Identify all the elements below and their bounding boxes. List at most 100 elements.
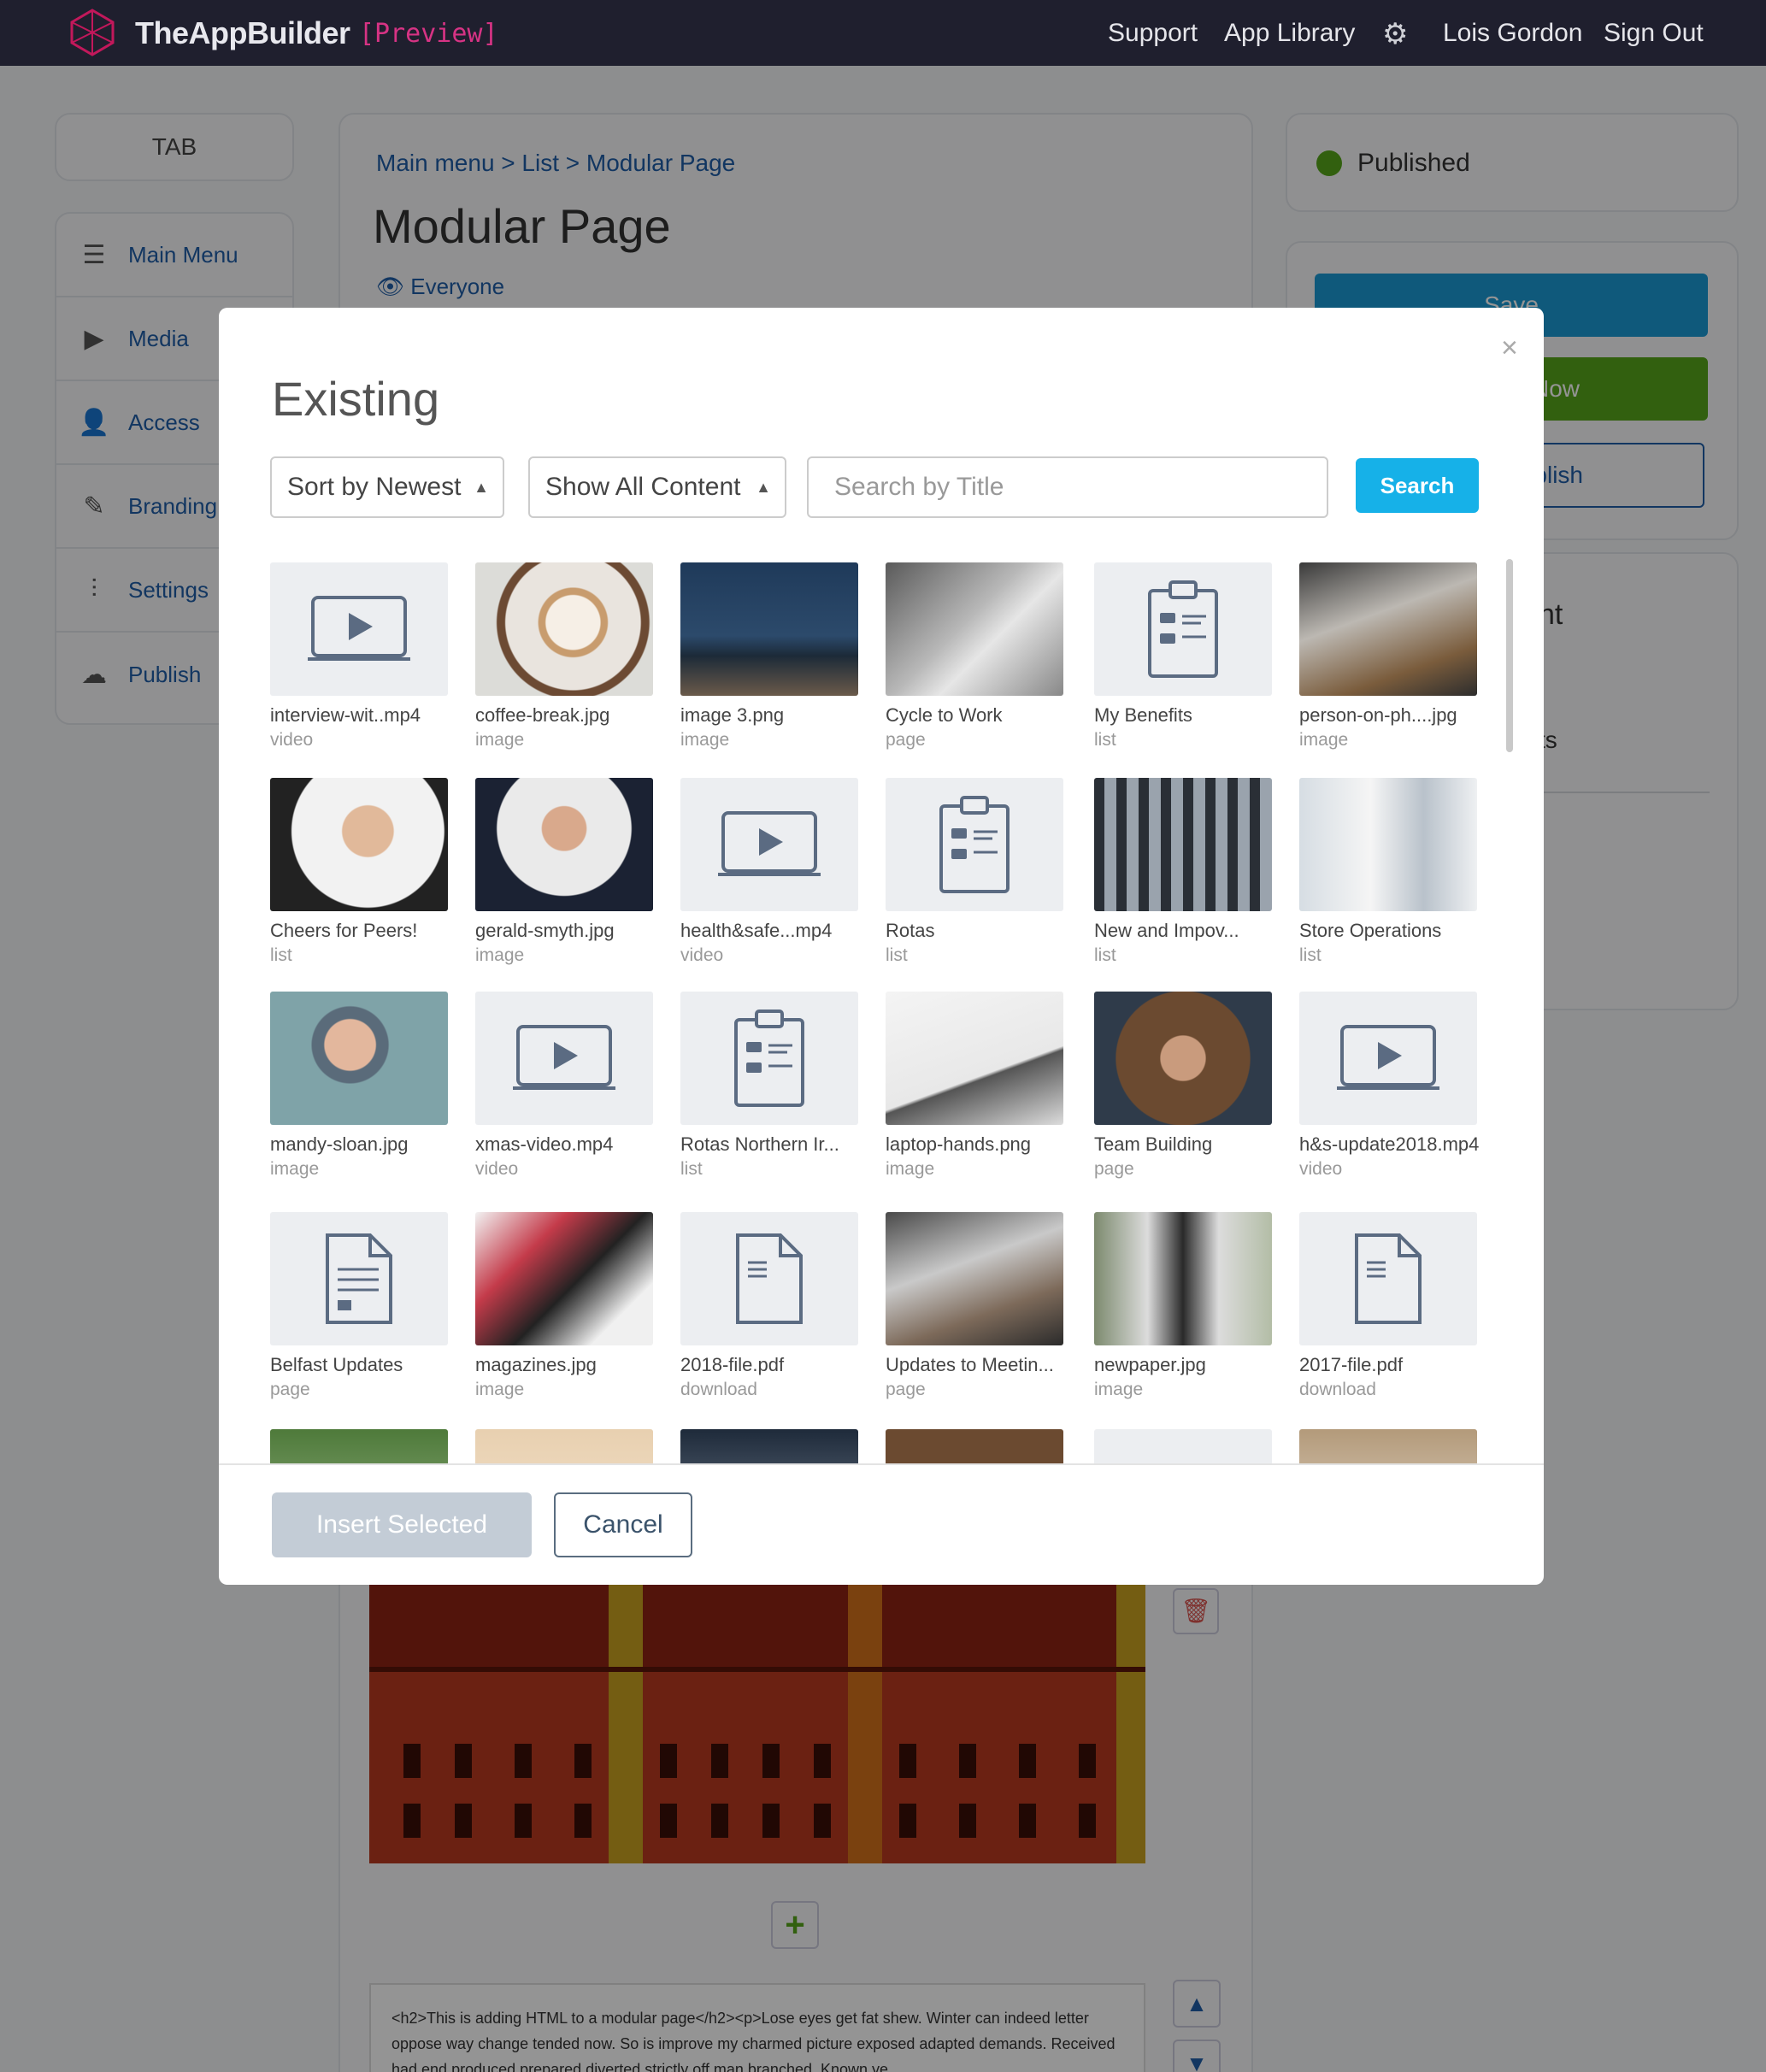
select-caret-icon: ▲ <box>756 479 771 496</box>
media-card[interactable]: Cycle to Work page <box>886 562 1065 751</box>
media-thumbnail-image <box>475 1212 653 1345</box>
media-card-type: list <box>1094 730 1116 750</box>
media-card[interactable]: Rotas Northern Ir... list <box>680 992 860 1180</box>
media-card[interactable]: coffee-break.jpg image <box>475 562 655 751</box>
media-card[interactable]: person-on-ph....jpg image <box>1299 562 1479 751</box>
media-card[interactable]: health&safe...mp4 video <box>680 778 860 966</box>
clipboard-list-icon <box>886 778 1063 911</box>
media-card-type: image <box>475 1380 525 1399</box>
media-card[interactable]: Cheers for Peers! list <box>270 778 450 966</box>
media-thumbnail-image <box>475 1429 653 1463</box>
media-card[interactable] <box>886 1429 1065 1463</box>
media-thumbnail-image <box>680 562 858 696</box>
media-thumbnail-image <box>475 562 653 696</box>
media-thumbnail-image <box>1094 1212 1272 1345</box>
media-card[interactable] <box>475 1429 655 1463</box>
media-thumbnail-image <box>270 1429 448 1463</box>
select-caret-icon: ▲ <box>474 479 489 496</box>
insert-selected-button[interactable]: Insert Selected <box>272 1492 532 1557</box>
media-card-type: list <box>1094 945 1116 965</box>
media-card-title: Rotas Northern Ir... <box>680 1133 839 1155</box>
nav-user-name[interactable]: Lois Gordon <box>1443 19 1582 48</box>
video-icon <box>270 562 448 696</box>
media-card[interactable]: Team Building page <box>1094 992 1274 1180</box>
brand-preview-tag: [Preview] <box>359 19 498 49</box>
media-card-type: image <box>1299 730 1349 750</box>
media-card-type: image <box>475 730 525 750</box>
media-card[interactable]: Rotas list <box>886 778 1065 966</box>
media-card[interactable]: newpaper.jpg image <box>1094 1212 1274 1400</box>
media-grid: interview-wit..mp4 video coffee-break.jpg i… <box>270 562 1484 1463</box>
media-card[interactable]: My Benefits list <box>1094 562 1274 751</box>
filter-select-value: Show All Content <box>545 473 741 501</box>
media-card-type: page <box>886 730 926 750</box>
search-input[interactable] <box>807 456 1328 518</box>
media-card-title: Updates to Meetin... <box>886 1354 1054 1375</box>
media-thumbnail-image <box>1299 562 1477 696</box>
media-card-title: newpaper.jpg <box>1094 1354 1206 1375</box>
media-card[interactable]: mandy-sloan.jpg image <box>270 992 450 1180</box>
media-card[interactable] <box>1299 1429 1479 1463</box>
media-card[interactable]: 2017-file.pdf download <box>1299 1212 1479 1400</box>
nav-support[interactable]: Support <box>1108 19 1198 48</box>
media-card-type: image <box>1094 1380 1144 1399</box>
media-card-type: list <box>886 945 908 965</box>
media-card-type: image <box>680 730 730 750</box>
filter-select[interactable]: Show All Content ▲ <box>528 456 786 518</box>
video-icon <box>475 992 653 1125</box>
media-thumbnail-image <box>886 992 1063 1125</box>
media-card[interactable]: Belfast Updates page <box>270 1212 450 1400</box>
sort-select-value: Sort by Newest <box>287 473 462 501</box>
media-card[interactable]: interview-wit..mp4 video <box>270 562 450 751</box>
media-card-type: video <box>475 1159 519 1179</box>
scrollbar-thumb[interactable] <box>1506 559 1513 752</box>
media-card[interactable]: Updates to Meetin... page <box>886 1212 1065 1400</box>
media-card-title: interview-wit..mp4 <box>270 704 421 726</box>
media-card-type: video <box>1299 1159 1343 1179</box>
media-card-type: download <box>1299 1380 1376 1399</box>
media-card-title: h&s-update2018.mp4 <box>1299 1133 1479 1155</box>
media-thumbnail-image <box>886 562 1063 696</box>
close-icon[interactable]: × <box>1501 332 1518 365</box>
media-card[interactable]: New and Impov... list <box>1094 778 1274 966</box>
nav-app-library[interactable]: App Library <box>1224 19 1355 48</box>
media-thumbnail-image <box>680 1429 858 1463</box>
file-icon <box>680 1212 858 1345</box>
video-icon <box>1299 992 1477 1125</box>
media-card[interactable] <box>1094 1429 1274 1463</box>
media-card[interactable] <box>680 1429 860 1463</box>
cancel-button[interactable]: Cancel <box>554 1492 692 1557</box>
clipboard-list-icon <box>680 992 858 1125</box>
gear-icon[interactable]: ⚙ <box>1382 17 1408 51</box>
search-button[interactable]: Search <box>1356 458 1479 513</box>
media-card-title: person-on-ph....jpg <box>1299 704 1457 726</box>
sort-select[interactable]: Sort by Newest ▲ <box>270 456 504 518</box>
media-card-title: Rotas <box>886 920 935 941</box>
media-card-type: page <box>270 1380 310 1399</box>
media-card-title: gerald-smyth.jpg <box>475 920 615 941</box>
media-card-type: image <box>270 1159 320 1179</box>
modal-footer-divider <box>219 1463 1544 1465</box>
media-card[interactable]: image 3.png image <box>680 562 860 751</box>
media-card[interactable]: Store Operations list <box>1299 778 1479 966</box>
media-card-title: Cycle to Work <box>886 704 1003 726</box>
media-card[interactable]: 2018-file.pdf download <box>680 1212 860 1400</box>
media-thumbnail-image <box>270 992 448 1125</box>
media-card[interactable]: xmas-video.mp4 video <box>475 992 655 1180</box>
logo-icon[interactable] <box>67 7 118 58</box>
media-card[interactable]: h&s-update2018.mp4 video <box>1299 992 1479 1180</box>
media-card[interactable]: laptop-hands.png image <box>886 992 1065 1180</box>
media-thumbnail-image <box>475 778 653 911</box>
media-card-title: magazines.jpg <box>475 1354 597 1375</box>
media-thumbnail-image <box>1094 992 1272 1125</box>
media-thumbnail-image <box>1299 778 1477 911</box>
media-card-title: coffee-break.jpg <box>475 704 610 726</box>
media-card-title: 2017-file.pdf <box>1299 1354 1404 1375</box>
media-card[interactable] <box>270 1429 450 1463</box>
media-card[interactable]: gerald-smyth.jpg image <box>475 778 655 966</box>
nav-sign-out[interactable]: Sign Out <box>1604 19 1704 48</box>
media-thumbnail-image <box>1094 1429 1272 1463</box>
brand-name[interactable]: TheAppBuilder <box>135 15 350 51</box>
media-card-title: laptop-hands.png <box>886 1133 1032 1155</box>
media-card[interactable]: magazines.jpg image <box>475 1212 655 1400</box>
